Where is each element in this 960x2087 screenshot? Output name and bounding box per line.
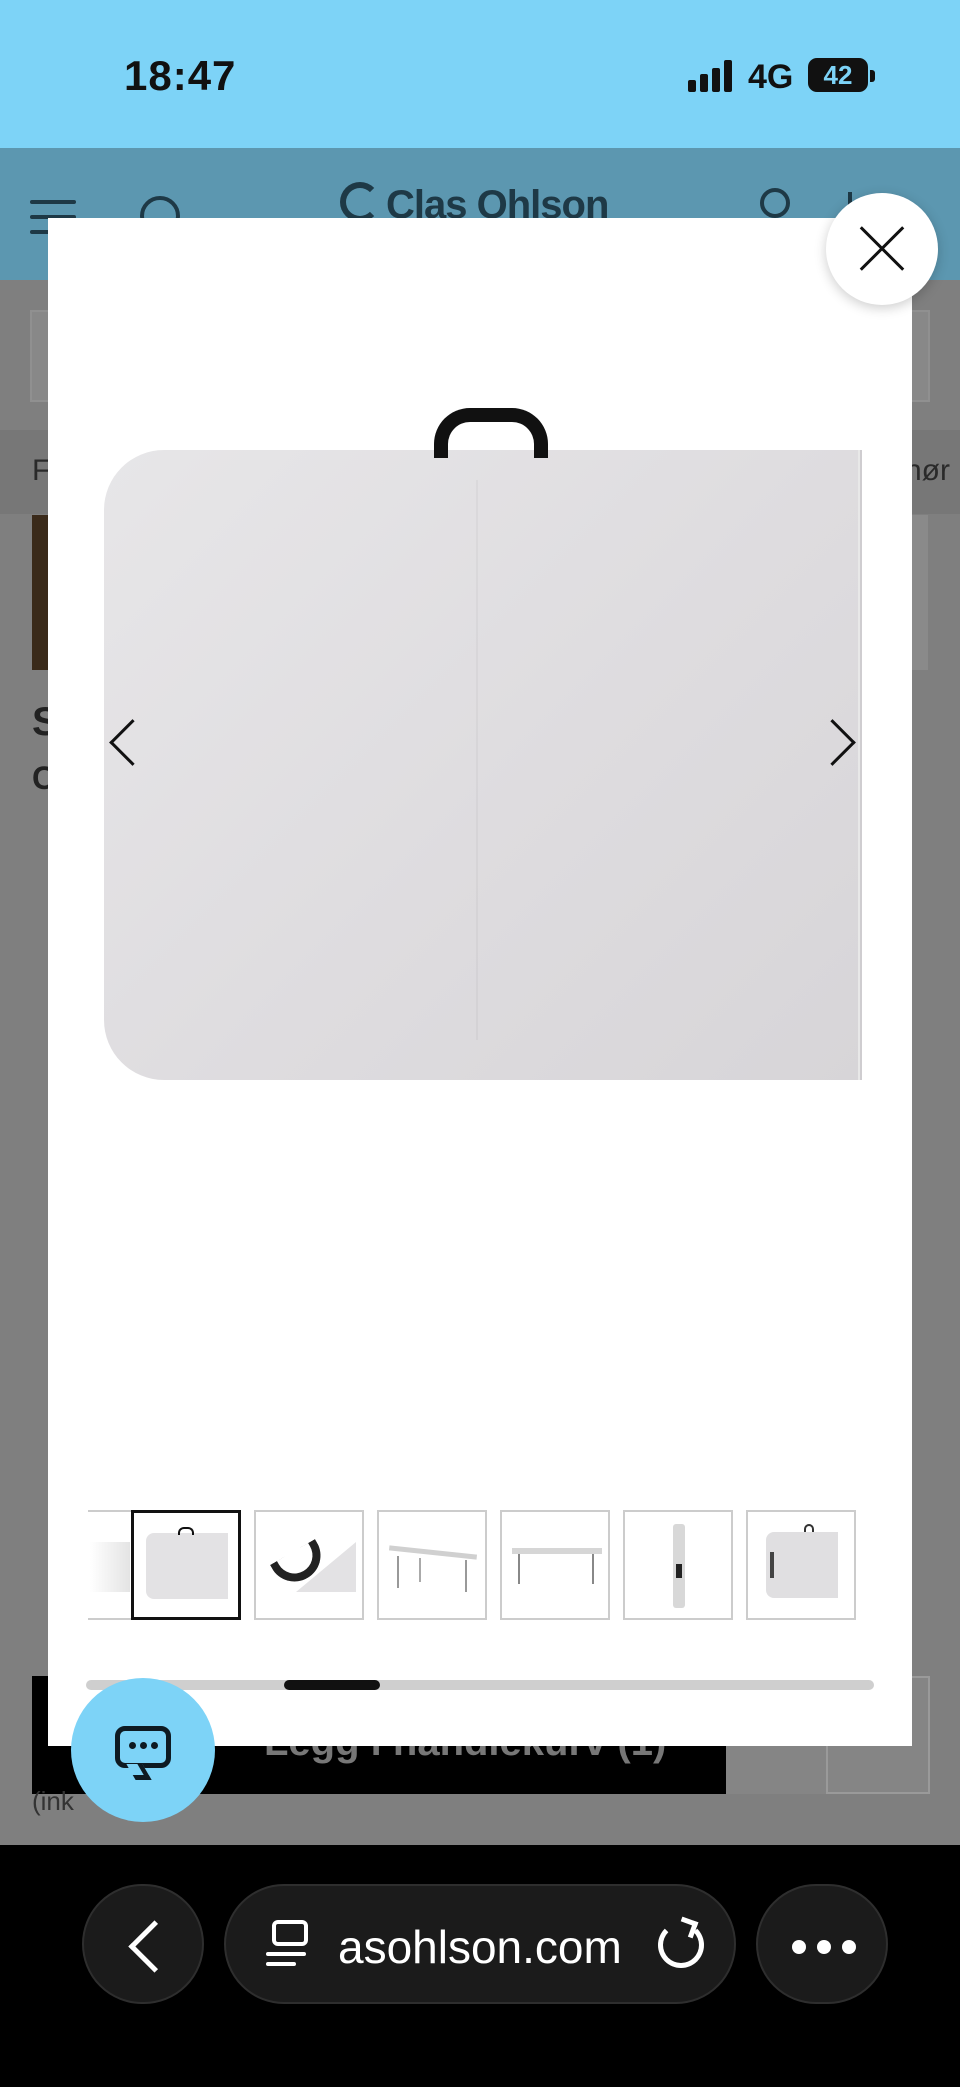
status-time: 18:47 — [124, 52, 237, 99]
thumbnail-1[interactable] — [131, 1510, 241, 1620]
battery-tip — [870, 70, 875, 82]
chat-dot — [151, 1742, 158, 1749]
table-seam — [476, 480, 478, 1040]
thumbnail-4[interactable] — [500, 1510, 610, 1620]
battery-icon: 42 — [808, 58, 868, 92]
thumbnail-2[interactable] — [254, 1510, 364, 1620]
thumbnail-6[interactable] — [746, 1510, 856, 1620]
chat-dot — [129, 1742, 136, 1749]
product-image-right-background — [912, 515, 928, 670]
more-icon — [842, 1940, 856, 1954]
gallery-scrollbar[interactable] — [86, 1680, 874, 1690]
url-text: asohlson.com — [338, 1921, 622, 1973]
more-icon — [792, 1940, 806, 1954]
price-note: (ink — [32, 1786, 74, 1816]
folded-table-image — [104, 450, 862, 1080]
reload-icon[interactable] — [658, 1922, 704, 1968]
gallery-scrollbar-thumb[interactable] — [284, 1680, 380, 1690]
signal-icon — [688, 60, 734, 92]
status-bar: 18:47 4G 42 — [0, 0, 960, 148]
address-bar[interactable]: asohlson.com — [224, 1884, 736, 2004]
logo-mark-icon — [340, 182, 380, 222]
chevron-right-icon[interactable] — [808, 710, 868, 770]
battery-level: 42 — [823, 60, 853, 90]
account-icon[interactable] — [760, 188, 790, 218]
tabs-icon[interactable] — [266, 1920, 310, 1970]
more-button[interactable] — [756, 1884, 888, 2004]
close-button[interactable] — [826, 193, 938, 305]
thumbnail-strip[interactable] — [88, 1510, 870, 1622]
thumbnail-3[interactable] — [377, 1510, 487, 1620]
chevron-left-icon[interactable] — [98, 710, 158, 770]
back-button[interactable] — [82, 1884, 204, 2004]
network-type: 4G — [748, 58, 794, 96]
chat-dot — [140, 1742, 147, 1749]
more-icon — [817, 1940, 831, 1954]
table-handle — [434, 408, 548, 458]
chat-button[interactable] — [71, 1678, 215, 1822]
thumbnail-5[interactable] — [623, 1510, 733, 1620]
